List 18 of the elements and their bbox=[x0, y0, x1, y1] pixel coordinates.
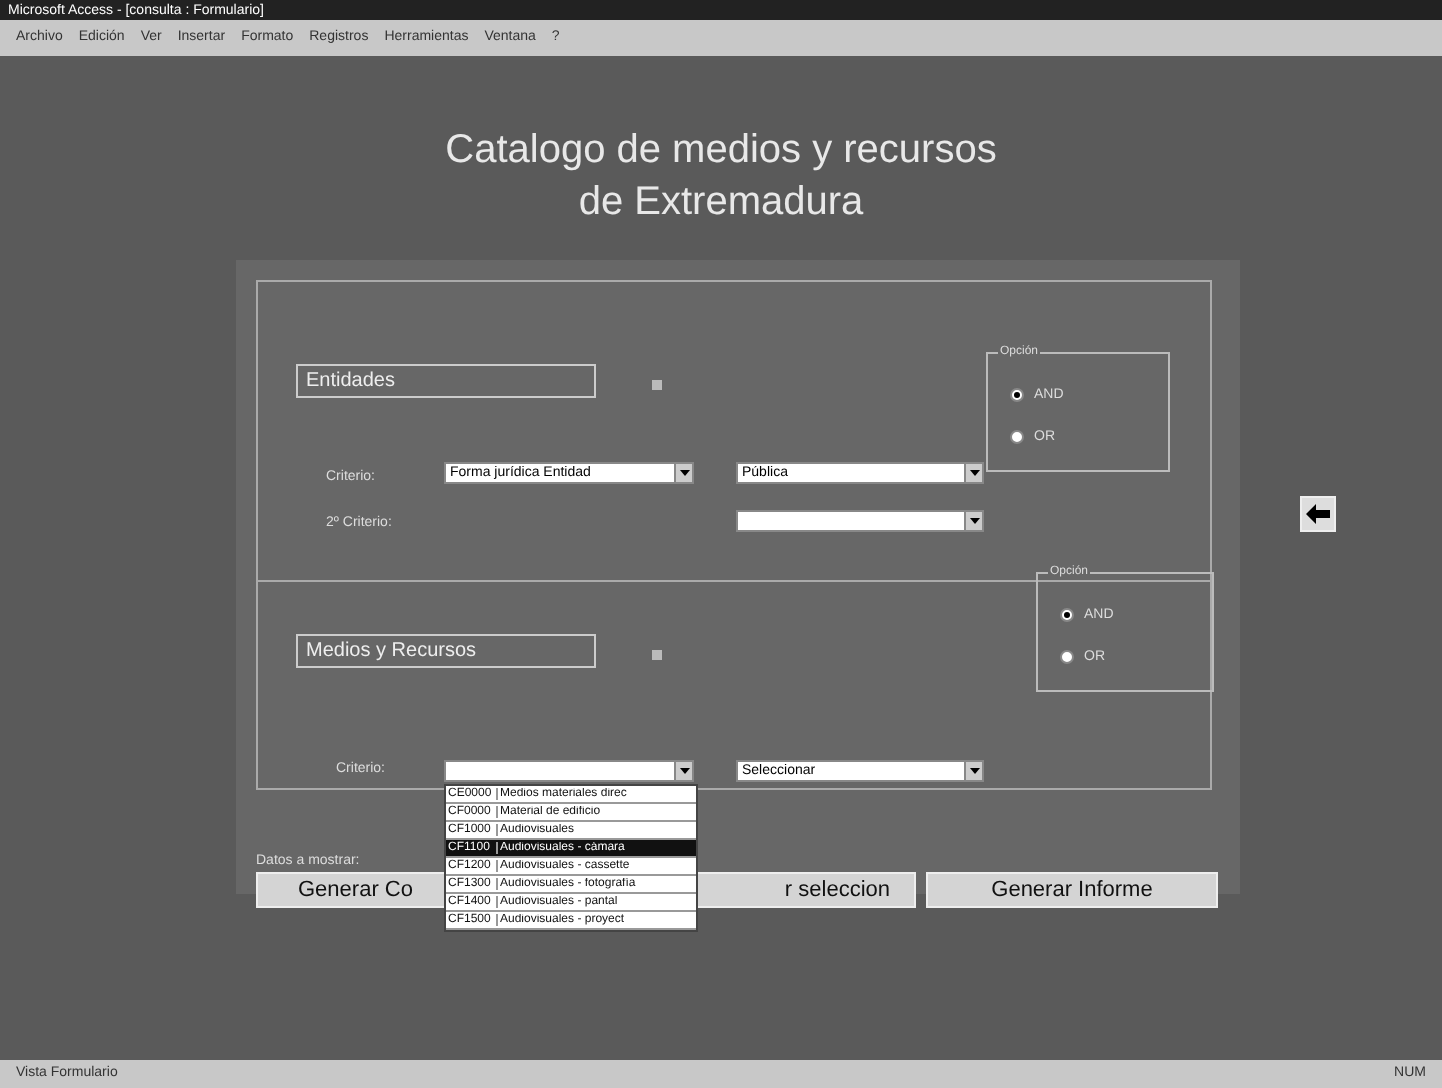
dropdown-arrow-icon[interactable] bbox=[964, 512, 982, 530]
back-button[interactable] bbox=[1300, 496, 1336, 532]
radio-button[interactable] bbox=[1010, 388, 1024, 402]
radio-button[interactable] bbox=[1060, 608, 1074, 622]
form-title: Catalogo de medios y recursos bbox=[445, 126, 997, 176]
dropdown-arrow-icon[interactable] bbox=[964, 762, 982, 780]
left-arrow-icon bbox=[1306, 504, 1330, 524]
command-button[interactable]: Generar Informe bbox=[926, 872, 1218, 908]
dropdown-arrow-icon[interactable] bbox=[674, 762, 692, 780]
dropdown-arrow-icon[interactable] bbox=[964, 464, 982, 482]
radio-button[interactable] bbox=[1010, 430, 1024, 444]
dropdown-arrow-icon[interactable] bbox=[674, 464, 692, 482]
section-label: Entidades bbox=[296, 364, 596, 398]
radio-button[interactable] bbox=[1060, 650, 1074, 664]
small-marker-icon bbox=[652, 650, 662, 660]
section-label: Medios y Recursos bbox=[296, 634, 596, 668]
form-title: de Extremadura bbox=[578, 178, 864, 228]
small-marker-icon bbox=[652, 380, 662, 390]
